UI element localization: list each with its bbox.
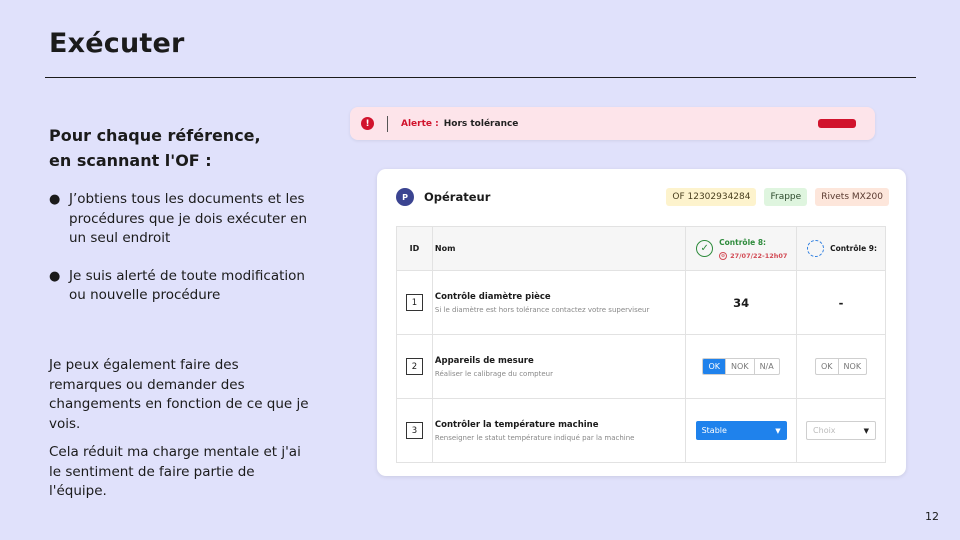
row-id: 1: [405, 294, 423, 311]
alert-banner: ! Alerte : Hors tolérance: [350, 107, 875, 140]
page-number: 12: [925, 510, 939, 523]
operator-card: P Opérateur OF 12302934284 Frappe Rivets…: [377, 169, 906, 476]
avatar: P: [396, 188, 414, 206]
row-subtitle: Si le diamètre est hors tolérance contac…: [434, 305, 650, 314]
control-8-date: ⊝ 27/07/22-12h07: [719, 251, 788, 260]
control-9-value: -: [838, 295, 844, 310]
table-row: 3 Contrôler la température machine Rense…: [396, 398, 886, 463]
column-header-name: Nom: [431, 226, 687, 271]
row-title: Appareils de mesure: [434, 355, 534, 366]
bullet-item: ● J’obtiens tous les documents et les pr…: [49, 190, 309, 249]
table-header-row: ID Nom ✓ Contrôle 8: ⊝ 27/07/22-12h07 Co…: [396, 226, 886, 271]
timestamp-icon: ⊝: [719, 251, 728, 260]
column-header-control-9[interactable]: Contrôle 9:: [796, 226, 886, 271]
table-row: 1 Contrôle diamètre pièce Si le diamètre…: [396, 270, 886, 335]
pending-circle-icon: [807, 240, 825, 257]
tag-rivets: Rivets MX200: [815, 188, 889, 206]
option-nok[interactable]: NOK: [726, 359, 755, 374]
status-select-c8[interactable]: Stable ▼: [695, 421, 787, 440]
bullet-dot-icon: ●: [49, 192, 61, 207]
column-header-id: ID: [396, 226, 433, 271]
chevron-down-icon: ▼: [863, 426, 870, 435]
control-9-cell[interactable]: -: [796, 270, 886, 335]
option-ok[interactable]: OK: [816, 359, 839, 374]
row-subtitle: Renseigner le statut température indiqué…: [434, 433, 635, 442]
alert-text: Hors tolérance: [443, 118, 519, 129]
segmented-control-c9: OK NOK: [814, 358, 868, 375]
control-9-title: Contrôle 9:: [830, 244, 877, 253]
row-title: Contrôler la température machine: [434, 419, 599, 430]
column-header-control-8[interactable]: ✓ Contrôle 8: ⊝ 27/07/22-12h07: [685, 226, 798, 271]
bullet-text: Je suis alerté de toute modification ou …: [69, 267, 305, 304]
tag-of: OF 12302934284: [666, 188, 757, 206]
control-8-value: 34: [733, 295, 750, 310]
select-placeholder: Choix: [813, 426, 836, 435]
card-title: Opérateur: [424, 190, 491, 204]
subheading-line-1: Pour chaque référence,: [49, 126, 261, 145]
alert-icon: !: [361, 117, 374, 130]
bullet-list: ● J’obtiens tous les documents et les pr…: [49, 190, 309, 324]
row-id: 2: [405, 358, 423, 375]
option-nok[interactable]: NOK: [839, 359, 867, 374]
segmented-control-c8: OK NOK N/A: [702, 358, 780, 375]
control-8-date-text: 27/07/22-12h07: [730, 251, 788, 260]
bullet-dot-icon: ●: [49, 268, 61, 284]
row-title: Contrôle diamètre pièce: [434, 291, 551, 302]
slide-title: Exécuter: [49, 28, 185, 59]
alert-action-bar[interactable]: [818, 119, 856, 128]
title-divider: [45, 77, 916, 78]
paragraph-remarks: Je peux également faire des remarques ou…: [49, 357, 309, 432]
alert-divider: [387, 115, 388, 132]
tag-frappe: Frappe: [764, 188, 808, 206]
chevron-down-icon: ▼: [775, 426, 781, 435]
alert-label: Alerte :: [401, 118, 439, 129]
option-na[interactable]: N/A: [755, 359, 779, 374]
controls-table: ID Nom ✓ Contrôle 8: ⊝ 27/07/22-12h07 Co…: [396, 226, 886, 463]
status-select-c9[interactable]: Choix ▼: [806, 421, 877, 440]
bullet-item: ● Je suis alerté de toute modification o…: [49, 267, 309, 306]
select-value: Stable: [701, 426, 727, 435]
card-header: P Opérateur OF 12302934284 Frappe Rivets…: [396, 188, 889, 206]
control-8-cell[interactable]: 34: [685, 270, 798, 335]
row-subtitle: Réaliser le calibrage du compteur: [434, 369, 553, 378]
row-id: 3: [405, 422, 423, 439]
subheading-line-2: en scannant l'OF :: [49, 151, 212, 170]
table-row: 2 Appareils de mesure Réaliser le calibr…: [396, 334, 886, 399]
subheading: Pour chaque référence, en scannant l'OF …: [49, 123, 309, 173]
option-ok[interactable]: OK: [703, 359, 727, 374]
control-8-title: Contrôle 8:: [719, 237, 767, 247]
paragraph-benefit: Cela réduit ma charge mentale et j'ai le…: [49, 444, 301, 499]
tag-list: OF 12302934284 Frappe Rivets MX200: [666, 188, 889, 206]
bullet-text: J’obtiens tous les documents et les proc…: [69, 191, 308, 246]
check-circle-icon: ✓: [696, 240, 714, 257]
